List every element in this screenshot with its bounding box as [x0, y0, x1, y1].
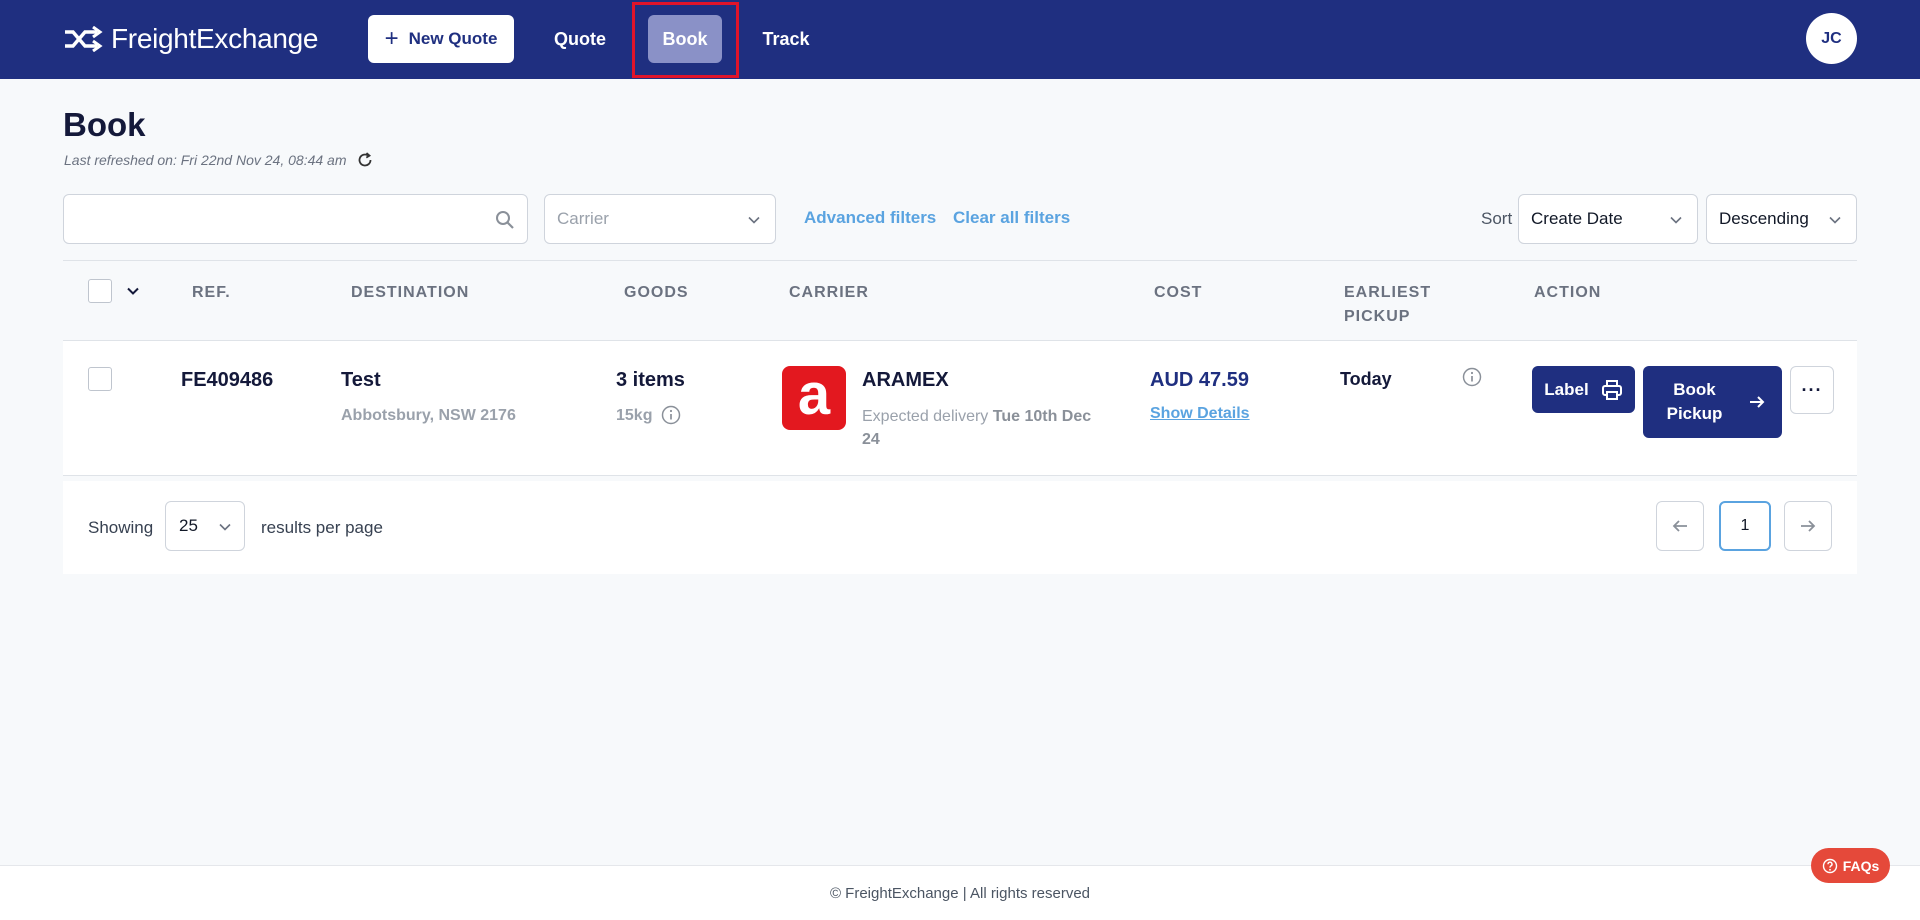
col-cost: COST: [1154, 284, 1203, 301]
printer-icon: [1601, 379, 1622, 400]
showing-label: Showing: [88, 518, 154, 537]
row-earliest-pickup: Today: [1340, 369, 1392, 389]
footer-text: © FreightExchange | All rights reserved: [829, 884, 1091, 902]
advanced-filters-link[interactable]: Advanced filters: [804, 208, 936, 228]
brand-name: FreightExchange: [111, 23, 319, 54]
sort-by-value: Create Date: [1531, 209, 1623, 228]
chevron-down-icon: [1829, 216, 1841, 224]
faqs-button[interactable]: FAQs: [1811, 848, 1890, 883]
nav-quote[interactable]: Quote: [540, 15, 620, 63]
refresh-icon[interactable]: [357, 152, 373, 168]
sort-label: Sort: [1481, 209, 1513, 228]
page-number-button[interactable]: 1: [1719, 501, 1771, 551]
book-pickup-button[interactable]: Book Pickup: [1643, 366, 1782, 438]
col-goods: GOODS: [624, 284, 689, 301]
expected-delivery-prefix: Expected delivery: [862, 408, 989, 425]
nav-book[interactable]: Book: [648, 15, 722, 63]
sort-order-value: Descending: [1719, 209, 1809, 228]
pagination-bar: Showing 25 results per page 1: [63, 481, 1857, 574]
aramex-logo: a: [782, 366, 846, 430]
sort-order-select[interactable]: Descending: [1706, 194, 1857, 244]
chevron-down-icon[interactable]: [125, 283, 141, 299]
last-refreshed-text: Last refreshed on: Fri 22nd Nov 24, 08:4…: [64, 152, 347, 168]
row-goods-count: 3 items: [616, 369, 685, 391]
carrier-select-placeholder: Carrier: [557, 209, 609, 228]
col-destination: DESTINATION: [351, 284, 470, 301]
footer: © FreightExchange | All rights reserved: [0, 865, 1920, 920]
plus-icon: +: [384, 25, 399, 52]
per-page-select[interactable]: 25: [165, 501, 245, 551]
row-goods-weight: 15kg: [616, 407, 653, 424]
row-carrier-name: ARAMEX: [862, 369, 949, 391]
new-quote-label: New Quote: [408, 29, 498, 48]
arrow-left-icon: [1672, 520, 1687, 532]
last-refreshed: Last refreshed on: Fri 22nd Nov 24, 08:4…: [64, 152, 373, 168]
print-label-text: Label: [1544, 379, 1589, 399]
shuffle-arrows-icon: [65, 26, 103, 52]
brand-logo[interactable]: FreightExchange: [63, 22, 318, 56]
clear-all-filters-link[interactable]: Clear all filters: [953, 208, 1070, 228]
chevron-down-icon: [748, 216, 760, 224]
book-pickup-text: Book Pickup: [1666, 380, 1723, 423]
per-page-value: 25: [179, 516, 198, 535]
arrow-right-icon: [1801, 520, 1816, 532]
more-options-button[interactable]: ···: [1790, 366, 1834, 414]
info-icon[interactable]: [1462, 367, 1482, 387]
table-row: FE409486 Test Abbotsbury, NSW 2176 3 ite…: [63, 341, 1857, 476]
nav-track[interactable]: Track: [750, 15, 822, 63]
faqs-label: FAQs: [1842, 857, 1880, 874]
show-details-link[interactable]: Show Details: [1150, 405, 1250, 423]
row-expected-delivery: Expected delivery Tue 10th Dec 24: [862, 405, 1102, 451]
row-ref: FE409486: [181, 369, 274, 391]
col-carrier: CARRIER: [789, 284, 869, 301]
search-icon[interactable]: [495, 210, 515, 230]
search-box: [63, 194, 528, 244]
sort-by-select[interactable]: Create Date: [1518, 194, 1698, 244]
carrier-select[interactable]: Carrier: [544, 194, 776, 244]
top-nav: FreightExchange + New Quote Quote Book T…: [0, 0, 1920, 79]
row-cost: AUD 47.59: [1150, 369, 1249, 391]
table-header: REF. DESTINATION GOODS CARRIER COST EARL…: [63, 260, 1857, 341]
per-page-label: results per page: [261, 518, 383, 537]
col-earliest-pickup-line2: PICKUP: [1344, 308, 1411, 325]
help-circle-icon: [1822, 858, 1837, 873]
row-destination-name: Test: [341, 369, 381, 391]
print-label-button[interactable]: Label: [1532, 366, 1635, 413]
user-avatar[interactable]: JC: [1806, 13, 1857, 64]
prev-page-button[interactable]: [1656, 501, 1704, 551]
row-destination-address: Abbotsbury, NSW 2176: [341, 407, 516, 424]
select-all-checkbox[interactable]: [88, 279, 112, 303]
chevron-down-icon: [1670, 216, 1682, 224]
aramex-logo-letter: a: [797, 362, 831, 427]
col-earliest-pickup: EARLIEST PICKUP: [1344, 281, 1431, 329]
chevron-down-icon: [219, 523, 231, 531]
info-icon[interactable]: [661, 405, 681, 425]
search-input[interactable]: [64, 195, 527, 243]
col-earliest-pickup-line1: EARLIEST: [1344, 284, 1432, 301]
page-title: Book: [63, 106, 146, 143]
new-quote-button[interactable]: + New Quote: [368, 15, 514, 63]
col-ref: REF.: [192, 284, 231, 301]
row-checkbox[interactable]: [88, 367, 112, 391]
col-action: ACTION: [1534, 284, 1602, 301]
next-page-button[interactable]: [1784, 501, 1832, 551]
arrow-right-icon: [1749, 396, 1764, 408]
